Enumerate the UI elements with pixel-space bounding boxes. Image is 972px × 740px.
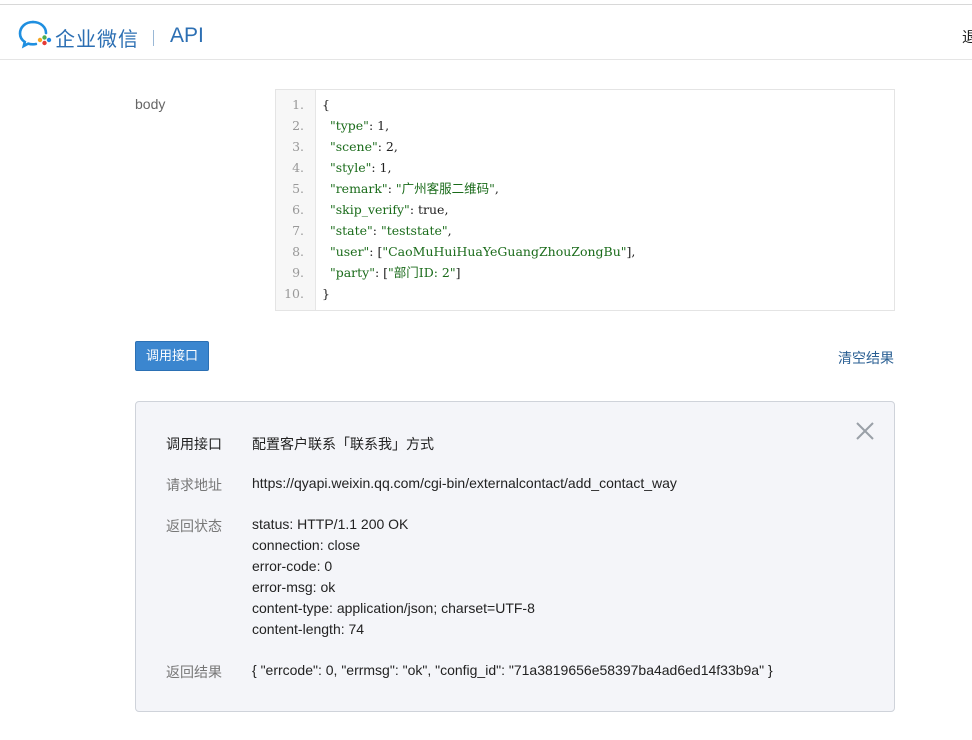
string-token: "teststate" (380, 223, 448, 238)
string-token: "部门ID: 2" (388, 265, 456, 280)
string-token: "state" (329, 223, 373, 238)
line-number: 4. (292, 160, 304, 175)
response-result-label: 返回结果 (166, 664, 222, 680)
string-token: "style" (329, 160, 372, 175)
string-token: "scene" (329, 139, 378, 154)
call-api-button[interactable]: 调用接口 (135, 341, 209, 371)
top-bar: 企业微信 API 退 (0, 4, 972, 60)
string-token: "user" (329, 244, 370, 259)
line-number: 9. (292, 265, 304, 280)
code-text: "type": 1, (329, 118, 390, 133)
line-number: 10. (284, 286, 304, 301)
brand-name[interactable]: 企业微信 (55, 23, 139, 52)
body-label: body (135, 96, 166, 112)
string-token: "party" (329, 265, 375, 280)
status-line: connection: close (252, 537, 361, 553)
code-text: "party": ["部门ID: 2"] (329, 265, 461, 280)
status-line: error-code: 0 (252, 558, 333, 574)
api-name-value: 配置客户联系「联系我」方式 (252, 436, 434, 452)
status-line: content-length: 74 (252, 621, 365, 637)
code-text: "skip_verify": true, (329, 202, 449, 217)
line-number: 5. (292, 181, 304, 196)
request-url-value: https://qyapi.weixin.qq.com/cgi-bin/exte… (252, 475, 677, 491)
wecom-logo-icon[interactable] (18, 19, 52, 49)
string-token: "skip_verify" (329, 202, 410, 217)
code-text: "user": ["CaoMuHuiHuaYeGuangZhouZongBu"]… (329, 244, 636, 259)
header-divider (153, 30, 154, 46)
status-line: content-type: application/json; charset=… (252, 600, 535, 616)
request-url-label: 请求地址 (166, 477, 222, 493)
string-token: "type" (329, 118, 369, 133)
line-number: 6. (292, 202, 304, 217)
status-line: status: HTTP/1.1 200 OK (252, 516, 409, 532)
code-text: "remark": "广州客服二维码", (329, 181, 499, 196)
clear-result-link[interactable]: 清空结果 (838, 348, 894, 368)
api-name-label: 调用接口 (166, 436, 222, 452)
string-token: "CaoMuHuiHuaYeGuangZhouZongBu" (382, 244, 627, 259)
response-result-value: { "errcode": 0, "errmsg": "ok", "config_… (252, 662, 773, 678)
close-icon[interactable] (854, 420, 876, 442)
line-number: 1. (292, 97, 304, 112)
header-right-link[interactable]: 退 (962, 26, 972, 47)
section-title[interactable]: API (170, 24, 204, 48)
line-number: 3. (292, 139, 304, 154)
status-line: error-msg: ok (252, 579, 336, 595)
code-text: { (322, 97, 330, 112)
line-number: 7. (292, 223, 304, 238)
string-token: "广州客服二维码" (395, 181, 495, 196)
code-text: "state": "teststate", (329, 223, 452, 238)
response-status-label: 返回状态 (166, 518, 222, 534)
code-text: } (322, 286, 330, 301)
string-token: "remark" (329, 181, 388, 196)
result-panel: 调用接口 配置客户联系「联系我」方式 请求地址 https://qyapi.we… (135, 401, 895, 712)
line-number: 8. (292, 244, 304, 259)
line-number: 2. (292, 118, 304, 133)
code-text: "style": 1, (329, 160, 392, 175)
code-editor[interactable]: 1. {2. "type": 1, 3. "scene": 2, 4. "style"… (275, 89, 895, 311)
code-text: "scene": 2, (329, 139, 398, 154)
